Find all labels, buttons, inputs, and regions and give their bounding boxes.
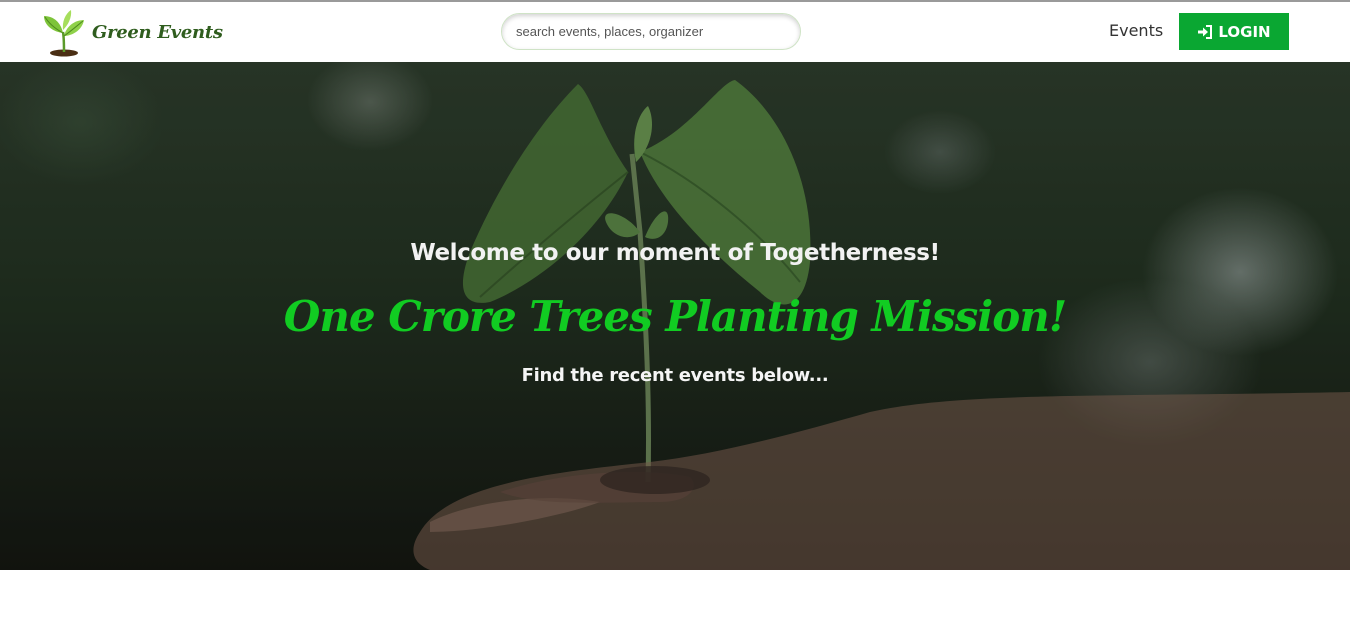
navbar: Green Events Events LOGIN xyxy=(0,2,1350,62)
hero-subtitle: Find the recent events below... xyxy=(521,365,829,386)
login-button[interactable]: LOGIN xyxy=(1179,13,1289,50)
search-input[interactable] xyxy=(501,13,801,50)
hero-welcome-heading: Welcome to our moment of Togetherness! xyxy=(410,240,940,266)
brand-name: Green Events xyxy=(92,21,223,43)
sign-in-icon xyxy=(1198,24,1213,39)
hero-banner: Welcome to our moment of Togetherness! O… xyxy=(0,62,1350,570)
sprout-icon xyxy=(44,10,84,57)
hero-mission-heading: One Crore Trees Planting Mission! xyxy=(283,292,1067,341)
brand-logo-link[interactable]: Green Events xyxy=(40,6,223,58)
nav-link-events[interactable]: Events xyxy=(1109,21,1163,40)
login-label: LOGIN xyxy=(1218,22,1271,41)
